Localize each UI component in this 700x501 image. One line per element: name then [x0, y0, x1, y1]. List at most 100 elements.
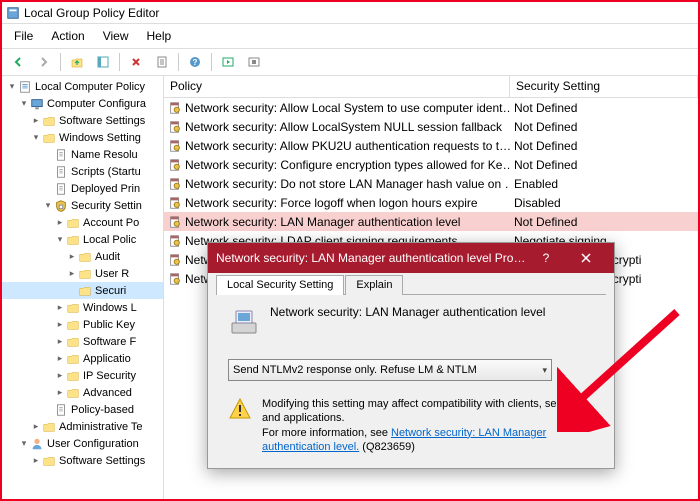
tree-label: Securi [95, 285, 126, 297]
policy-row[interactable]: Network security: Do not store LAN Manag… [164, 174, 698, 193]
tree-node[interactable]: ▾Local Polic [2, 231, 163, 248]
dropdown-value: Send NTLMv2 response only. Refuse LM & N… [233, 364, 477, 376]
header-setting[interactable]: Security Setting [510, 76, 698, 97]
expand-icon[interactable]: ▾ [54, 234, 66, 246]
policy-name: Network security: Allow PKU2U authentica… [185, 139, 510, 153]
policy-name: Network security: Configure encryption t… [185, 158, 510, 172]
tree-node[interactable]: ▸ Audit [2, 248, 163, 265]
expand-icon[interactable]: ▸ [54, 302, 66, 314]
tab-explain[interactable]: Explain [345, 275, 403, 295]
back-button[interactable] [6, 51, 30, 73]
tree-node[interactable]: ▸ Software Settings [2, 452, 163, 469]
tree-label: Windows Setting [59, 132, 141, 144]
menu-action[interactable]: Action [43, 26, 92, 46]
expand-icon[interactable] [42, 149, 54, 161]
dialog-help-button[interactable]: ? [526, 243, 566, 273]
policy-value: Not Defined [510, 120, 698, 134]
chevron-down-icon: ▾ [542, 365, 547, 376]
tree-node[interactable]: ▾ User Configuration [2, 435, 163, 452]
tree-label: User Configuration [47, 438, 139, 450]
expand-icon[interactable] [42, 404, 54, 416]
action-icon-1[interactable] [216, 51, 240, 73]
auth-level-dropdown[interactable]: Send NTLMv2 response only. Refuse LM & N… [228, 359, 552, 381]
show-pane-icon[interactable] [91, 51, 115, 73]
tree-label: Computer Configura [47, 98, 146, 110]
tab-local-security-setting[interactable]: Local Security Setting [216, 275, 344, 295]
expand-icon[interactable] [42, 166, 54, 178]
action-icon-2[interactable] [242, 51, 266, 73]
expand-icon[interactable]: ▸ [54, 336, 66, 348]
tree-node[interactable]: Deployed Prin [2, 180, 163, 197]
tree-label: Windows L [83, 302, 137, 314]
expand-icon[interactable]: ▾ [6, 81, 18, 93]
tree-node[interactable]: Scripts (Startu [2, 163, 163, 180]
nav-tree[interactable]: ▾Local Computer Policy▾Computer Configur… [2, 76, 164, 499]
dialog-close-button[interactable] [566, 243, 606, 273]
tree-node[interactable]: ▸Administrative Te [2, 418, 163, 435]
expand-icon[interactable]: ▸ [30, 115, 42, 127]
tree-node[interactable]: ▸ Windows L [2, 299, 163, 316]
menu-file[interactable]: File [6, 26, 41, 46]
dialog-tabs: Local Security Setting Explain [216, 275, 606, 295]
policy-row[interactable]: Network security: LAN Manager authentica… [164, 212, 698, 231]
policy-value: Not Defined [510, 101, 698, 115]
dialog-titlebar[interactable]: Network security: LAN Manager authentica… [208, 243, 614, 273]
svg-text:?: ? [193, 58, 198, 67]
tree-label: IP Security [83, 370, 136, 382]
up-button[interactable] [65, 51, 89, 73]
properties-button[interactable] [150, 51, 174, 73]
menu-view[interactable]: View [95, 26, 137, 46]
tree-node[interactable]: Name Resolu [2, 146, 163, 163]
tree-node[interactable]: ▸Software F [2, 333, 163, 350]
tree-node[interactable]: ▾ Windows Setting [2, 129, 163, 146]
expand-icon[interactable]: ▸ [66, 251, 78, 263]
tree-node[interactable]: ▸Account Po [2, 214, 163, 231]
expand-icon[interactable]: ▸ [30, 455, 42, 467]
expand-icon[interactable] [66, 285, 78, 297]
menu-help[interactable]: Help [139, 26, 180, 46]
tree-node[interactable]: ▸Public Key [2, 316, 163, 333]
header-policy[interactable]: Policy [164, 76, 510, 97]
tree-node[interactable]: ▸ User R [2, 265, 163, 282]
policy-value: Not Defined [510, 215, 698, 229]
tree-label: User R [95, 268, 129, 280]
tree-node[interactable]: Securi [2, 282, 163, 299]
expand-icon[interactable] [42, 183, 54, 195]
expand-icon[interactable]: ▸ [30, 421, 42, 433]
forward-button[interactable] [32, 51, 56, 73]
policy-row[interactable]: Network security: Allow Local System to … [164, 98, 698, 117]
expand-icon[interactable]: ▾ [18, 98, 30, 110]
expand-icon[interactable]: ▸ [54, 319, 66, 331]
tree-label: Software Settings [59, 455, 145, 467]
tree-label: Policy-based [71, 404, 134, 416]
policy-name: Network security: Allow LocalSystem NULL… [185, 120, 502, 134]
tree-node[interactable]: ▾Local Computer Policy [2, 78, 163, 95]
expand-icon[interactable]: ▾ [42, 200, 54, 212]
policy-row[interactable]: Network security: Allow PKU2U authentica… [164, 136, 698, 155]
tree-node[interactable]: ▸Applicatio [2, 350, 163, 367]
delete-button[interactable] [124, 51, 148, 73]
expand-icon[interactable]: ▸ [54, 370, 66, 382]
expand-icon[interactable]: ▾ [30, 132, 42, 144]
expand-icon[interactable]: ▸ [54, 387, 66, 399]
warning-text: Modifying this setting may affect compat… [262, 397, 594, 454]
tree-node[interactable]: ▸Advanced [2, 384, 163, 401]
expand-icon[interactable]: ▾ [18, 438, 30, 450]
toolbar: ? [2, 48, 698, 76]
policy-row[interactable]: Network security: Allow LocalSystem NULL… [164, 117, 698, 136]
tree-node[interactable]: ▸Software Settings [2, 112, 163, 129]
policy-row[interactable]: Network security: Configure encryption t… [164, 155, 698, 174]
policy-row[interactable]: Network security: Force logoff when logo… [164, 193, 698, 212]
policy-name: Network security: LAN Manager authentica… [185, 215, 460, 229]
help-button[interactable]: ? [183, 51, 207, 73]
tree-node[interactable]: ▾ Computer Configura [2, 95, 163, 112]
tree-node[interactable]: Policy-based [2, 401, 163, 418]
expand-icon[interactable]: ▸ [54, 217, 66, 229]
expand-icon[interactable]: ▸ [54, 353, 66, 365]
expand-icon[interactable]: ▸ [66, 268, 78, 280]
tree-label: Audit [95, 251, 120, 263]
tree-node[interactable]: ▸ IP Security [2, 367, 163, 384]
tree-label: Deployed Prin [71, 183, 140, 195]
tree-node[interactable]: ▾ Security Settin [2, 197, 163, 214]
tree-label: Security Settin [71, 200, 142, 212]
